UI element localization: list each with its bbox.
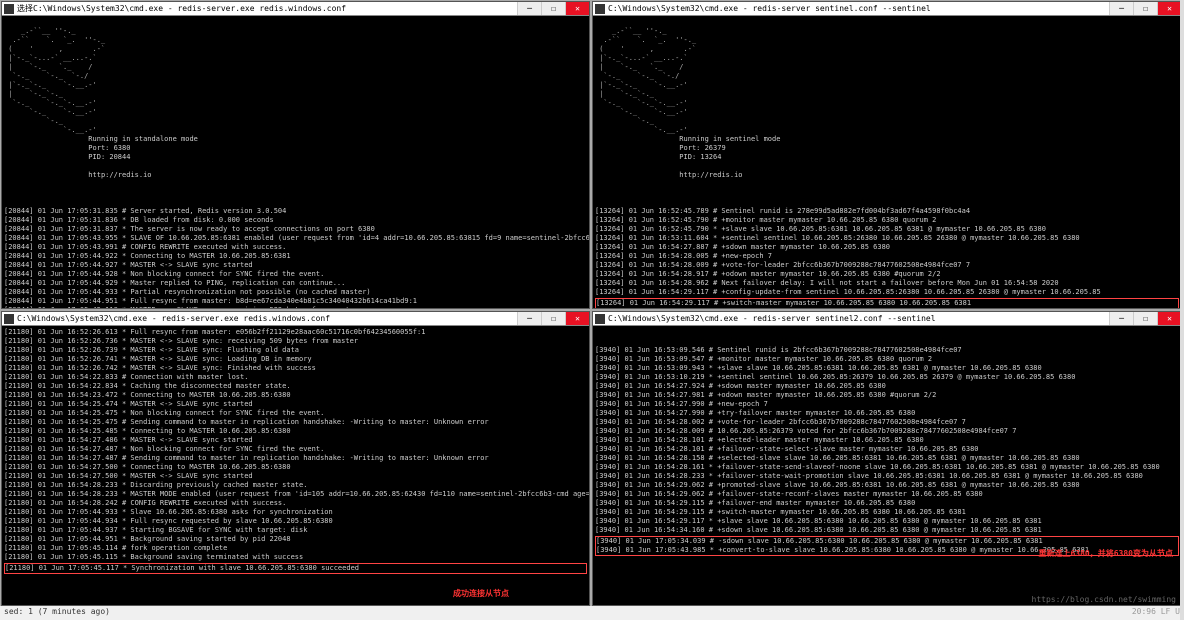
log-lines: [13264] 01 Jun 16:52:45.789 # Sentinel r…: [595, 207, 1101, 296]
terminal-window-top-left: 选择C:\Windows\System32\cmd.exe - redis-se…: [1, 1, 590, 309]
terminal-window-bottom-right: C:\Windows\System32\cmd.exe - redis-serv…: [592, 311, 1182, 606]
url-text: http://redis.io: [679, 171, 742, 179]
log-lines: [20844] 01 Jun 17:05:31.835 # Server sta…: [4, 207, 589, 308]
annotation-text: 成功连接从节点: [453, 588, 509, 599]
redis-ascii-logo: _.-``__ ''-._ .-`` `. `_. ''-._ ( ' , .-…: [595, 27, 696, 134]
close-button[interactable]: ✕: [1157, 2, 1181, 15]
titlebar[interactable]: C:\Windows\System32\cmd.exe - redis-serv…: [593, 312, 1181, 326]
terminal-output[interactable]: [3940] 01 Jun 16:53:09.546 # Sentinel ru…: [593, 326, 1181, 605]
close-button[interactable]: ✕: [565, 312, 589, 325]
port-text: Port: 6380: [88, 144, 130, 152]
minimize-button[interactable]: ─: [517, 2, 541, 15]
mode-text: Running in standalone mode: [88, 135, 198, 143]
status-right: 20:96 LF U: [1132, 607, 1180, 619]
cmd-icon: [4, 314, 14, 324]
window-controls: ─ ☐ ✕: [517, 312, 589, 325]
maximize-button[interactable]: ☐: [1133, 312, 1157, 325]
close-button[interactable]: ✕: [565, 2, 589, 15]
annotation-text: 重新连上6380，并将6380变为从节点: [1038, 548, 1173, 559]
titlebar[interactable]: 选择C:\Windows\System32\cmd.exe - redis-se…: [2, 2, 589, 16]
minimize-button[interactable]: ─: [1109, 2, 1133, 15]
terminal-window-bottom-left: C:\Windows\System32\cmd.exe - redis-serv…: [1, 311, 590, 606]
window-controls: ─ ☐ ✕: [1109, 312, 1181, 325]
titlebar[interactable]: C:\Windows\System32\cmd.exe - redis-serv…: [593, 2, 1181, 16]
terminal-window-top-right: C:\Windows\System32\cmd.exe - redis-serv…: [592, 1, 1182, 309]
close-button[interactable]: ✕: [1157, 312, 1181, 325]
window-title: C:\Windows\System32\cmd.exe - redis-serv…: [608, 314, 936, 323]
highlighted-log: [13264] 01 Jun 16:54:29.117 # +switch-ma…: [595, 298, 1179, 308]
highlighted-log: [21180] 01 Jun 17:05:45.117 * Synchroniz…: [4, 563, 587, 574]
cmd-icon: [595, 314, 605, 324]
terminal-output[interactable]: _.-``__ ''-._ .-`` `. `_. ''-._ ( ' , .-…: [2, 16, 589, 308]
window-title: C:\Windows\System32\cmd.exe - redis-serv…: [17, 314, 330, 323]
url-text: http://redis.io: [88, 171, 151, 179]
maximize-button[interactable]: ☐: [1133, 2, 1157, 15]
terminal-output[interactable]: [21180] 01 Jun 16:52:26.613 * Full resyn…: [2, 326, 589, 605]
ide-right-gutter: [1180, 0, 1184, 620]
pid-text: PID: 13264: [679, 153, 721, 161]
cmd-icon: [4, 4, 14, 14]
watermark-text: https://blog.csdn.net/swimming: [1032, 595, 1177, 604]
maximize-button[interactable]: ☐: [541, 2, 565, 15]
titlebar[interactable]: C:\Windows\System32\cmd.exe - redis-serv…: [2, 312, 589, 326]
window-controls: ─ ☐ ✕: [517, 2, 589, 15]
terminal-output[interactable]: _.-``__ ''-._ .-`` `. `_. ''-._ ( ' , .-…: [593, 16, 1181, 308]
pid-text: PID: 20844: [88, 153, 130, 161]
minimize-button[interactable]: ─: [1109, 312, 1133, 325]
minimize-button[interactable]: ─: [517, 312, 541, 325]
log-lines: [3940] 01 Jun 16:53:09.546 # Sentinel ru…: [595, 346, 1160, 534]
window-controls: ─ ☐ ✕: [1109, 2, 1181, 15]
mode-text: Running in sentinel mode: [679, 135, 780, 143]
redis-ascii-logo: _.-``__ ''-._ .-`` `. `_. ''-._ ( ' , .-…: [4, 27, 105, 134]
ide-statusbar[interactable]: sed: 1 (7 minutes ago) 20:96 LF U: [0, 606, 1184, 620]
log-lines: [21180] 01 Jun 16:52:26.613 * Full resyn…: [4, 328, 589, 561]
status-left: sed: 1 (7 minutes ago): [4, 607, 110, 619]
window-title: C:\Windows\System32\cmd.exe - redis-serv…: [608, 4, 931, 13]
window-title: 选择C:\Windows\System32\cmd.exe - redis-se…: [17, 3, 346, 14]
maximize-button[interactable]: ☐: [541, 312, 565, 325]
cmd-icon: [595, 4, 605, 14]
port-text: Port: 26379: [679, 144, 725, 152]
